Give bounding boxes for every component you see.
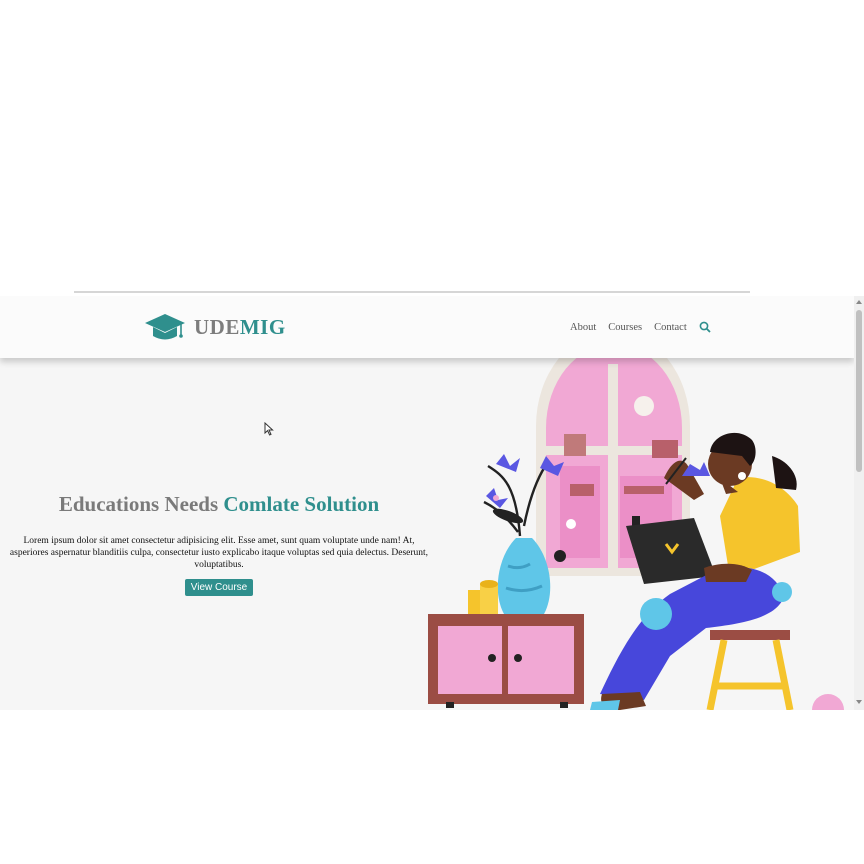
hero-title-part2: Comlate Solution — [223, 492, 380, 516]
scroll-down-arrow-icon[interactable] — [856, 700, 862, 704]
brand-name-part1: UDE — [194, 314, 240, 339]
hero-section: Educations Needs Comlate Solution Lorem … — [5, 492, 433, 596]
vertical-scrollbar[interactable] — [854, 296, 864, 710]
scrollbar-thumb[interactable] — [856, 310, 862, 472]
hero-description: Lorem ipsum dolor sit amet consectetur a… — [9, 536, 429, 570]
hero-title: Educations Needs Comlate Solution — [5, 492, 433, 517]
nav-contact-link[interactable]: Contact — [654, 322, 687, 333]
scroll-up-arrow-icon[interactable] — [856, 300, 862, 304]
woman-with-laptop-illustration — [428, 356, 844, 710]
mouse-cursor-icon — [264, 422, 274, 436]
brand-name-part2: MIG — [239, 314, 286, 339]
page-divider — [74, 291, 750, 293]
hero-title-part1: Educations Needs — [58, 492, 224, 516]
browser-viewport: UDEMIG About Courses Contact Educations … — [0, 296, 864, 710]
nav-about-link[interactable]: About — [570, 322, 596, 333]
nav-links: About Courses Contact — [570, 321, 711, 333]
brand-logo[interactable]: UDEMIG — [144, 312, 286, 342]
graduation-cap-icon — [145, 314, 185, 340]
search-icon[interactable] — [699, 321, 711, 333]
navbar: UDEMIG About Courses Contact — [0, 296, 854, 358]
brand-name: UDEMIG — [194, 315, 286, 340]
nav-courses-link[interactable]: Courses — [608, 322, 642, 333]
view-course-button[interactable]: View Course — [184, 579, 254, 596]
